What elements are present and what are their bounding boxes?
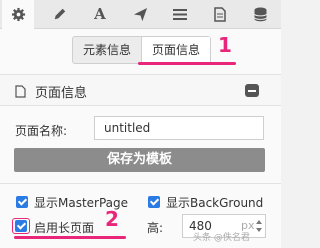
- spinner[interactable]: [255, 218, 263, 234]
- annotation-mark-1: 1: [218, 33, 232, 57]
- annotation-underline-2: [14, 236, 126, 239]
- page-name-input[interactable]: untitled: [94, 116, 264, 140]
- minus-icon[interactable]: [245, 84, 259, 97]
- tab-page-info[interactable]: 页面信息: [141, 37, 211, 63]
- watermark: 头条 @佚名君: [193, 233, 250, 243]
- show-background-label: 显示BackGround: [166, 196, 264, 210]
- tab-element-info[interactable]: 元素信息: [73, 37, 141, 63]
- spinner-down-icon[interactable]: [256, 228, 262, 232]
- long-page-label: 启用长页面: [34, 221, 95, 235]
- document-icon: [15, 83, 26, 102]
- annotation-underline-1: [138, 62, 236, 65]
- show-background-checkbox[interactable]: [148, 196, 160, 208]
- database-icon[interactable]: [244, 0, 276, 28]
- list-icon[interactable]: [164, 0, 196, 28]
- divider: [0, 183, 281, 184]
- document-icon[interactable]: [204, 0, 236, 28]
- annotation-mark-2: 2: [105, 207, 119, 231]
- toolbar: A: [0, 0, 281, 29]
- pencil-icon[interactable]: [44, 0, 76, 28]
- long-page-checkbox[interactable]: [15, 220, 27, 232]
- height-label: 高:: [147, 221, 164, 235]
- save-as-template-button[interactable]: 保存为模板: [14, 148, 265, 172]
- text-a-icon[interactable]: A: [84, 0, 116, 28]
- tab-group: 元素信息 页面信息: [72, 36, 212, 64]
- section-header: 页面信息: [0, 74, 281, 106]
- show-masterpage-checkbox[interactable]: [16, 196, 28, 208]
- send-icon[interactable]: [124, 0, 156, 28]
- page-name-label: 页面名称:: [15, 124, 68, 138]
- spinner-up-icon[interactable]: [256, 220, 262, 224]
- gear-icon[interactable]: [2, 0, 34, 29]
- section-title: 页面信息: [35, 86, 88, 101]
